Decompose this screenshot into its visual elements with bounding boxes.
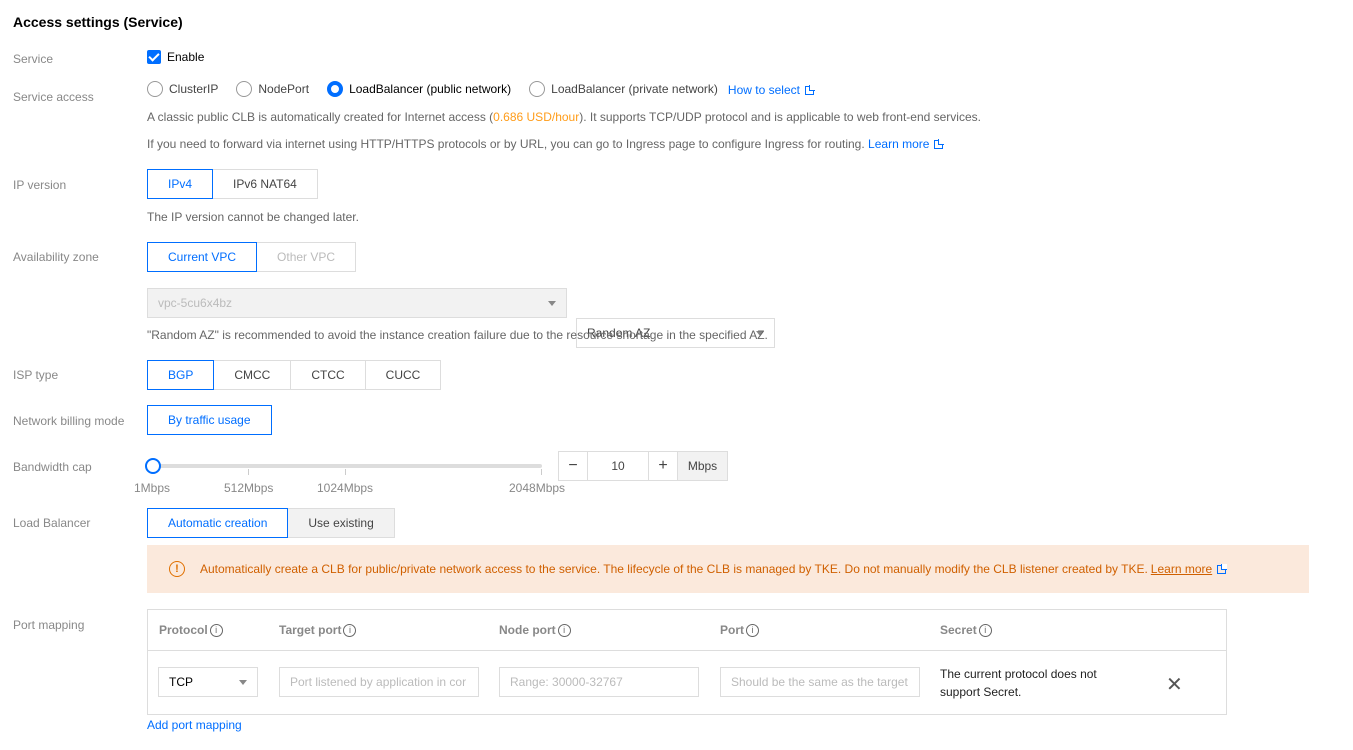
isp-cucc[interactable]: CUCC [364,360,442,390]
lb-learn-more-link[interactable]: Learn more [1151,562,1212,576]
radio-icon [529,81,546,97]
use-existing-option[interactable]: Use existing [287,508,395,538]
decrement-button[interactable]: − [558,451,588,481]
slider-tick [345,469,346,475]
isp-type-segmented: BGP CMCC CTCC CUCC [147,360,442,390]
info-icon[interactable]: i [209,623,223,637]
header-port: Port i [720,623,759,637]
by-traffic-usage-option[interactable]: By traffic usage [147,405,272,435]
service-access-desc-2: If you need to forward via internet usin… [147,137,944,151]
availability-zone-label: Availability zone [13,250,99,264]
ip-version-hint: The IP version cannot be changed later. [147,210,359,224]
radio-clusterip[interactable]: ClusterIP [147,81,218,97]
lb-warning-banner: ! Automatically create a CLB for public/… [147,545,1309,593]
ip-version-segmented: IPv4 IPv6 NAT64 [147,169,318,199]
info-icon[interactable]: i [746,623,759,637]
service-access-label: Service access [13,90,94,104]
external-link-icon [804,86,814,95]
checkbox-checked-icon [147,50,161,64]
other-vpc-option: Other VPC [256,242,357,272]
isp-ctcc[interactable]: CTCC [290,360,366,390]
table-divider [148,650,1226,651]
tick-label-2048mbps: 2048Mbps [509,481,566,495]
slider-tick [248,469,249,475]
bandwidth-input[interactable]: 10 [588,451,648,481]
header-node-port: Node port i [499,623,571,637]
port-mapping-label: Port mapping [13,618,85,632]
ip-version-label: IP version [13,178,67,192]
service-enable-checkbox[interactable]: Enable [147,50,204,64]
service-label: Service [13,52,54,66]
port-input[interactable]: Should be the same as the target [720,667,920,697]
external-link-icon [1217,564,1227,574]
node-port-input[interactable]: Range: 30000-32767 [499,667,699,697]
secret-note: The current protocol does not support Se… [940,667,1097,699]
warning-icon: ! [169,561,185,577]
radio-icon [147,81,163,97]
info-icon[interactable]: i [343,623,357,637]
add-port-mapping-link[interactable]: Add port mapping [147,718,242,732]
vpc-select: vpc-5cu6x4bz [147,288,567,318]
vpc-segmented: Current VPC Other VPC [147,242,357,272]
bandwidth-cap-label: Bandwidth cap [13,460,92,474]
external-link-icon [934,140,944,149]
info-icon[interactable]: i [557,623,571,637]
radio-nodeport[interactable]: NodePort [236,81,309,97]
header-secret: Secret i [940,623,992,637]
automatic-creation-option[interactable]: Automatic creation [147,508,289,538]
increment-button[interactable]: + [648,451,678,481]
close-icon[interactable]: ✕ [1166,672,1183,697]
load-balancer-label: Load Balancer [13,516,91,530]
isp-type-label: ISP type [13,368,59,382]
billing-mode-label: Network billing mode [13,414,125,428]
radio-loadbalancer-private[interactable]: LoadBalancer (private network) [529,81,718,97]
chevron-down-icon [239,680,247,685]
learn-more-link[interactable]: Learn more [868,137,944,151]
tick-label-1024mbps: 1024Mbps [317,481,374,495]
radio-loadbalancer-public[interactable]: LoadBalancer (public network) [327,81,511,97]
tick-label-1mbps: 1Mbps [134,481,171,495]
tick-label-512mbps: 512Mbps [224,481,274,495]
billing-mode-segmented: By traffic usage [147,405,272,435]
chevron-down-icon [548,301,556,306]
service-access-radio-group: ClusterIP NodePort LoadBalancer (public … [147,81,814,97]
slider-tick [541,469,542,475]
bandwidth-unit: Mbps [678,451,728,481]
bandwidth-stepper: − 10 + Mbps [558,451,728,481]
how-to-select-link[interactable]: How to select [728,83,814,97]
header-target-port: Target port i [279,623,357,637]
bandwidth-slider-track[interactable] [152,464,542,468]
page-title: Access settings (Service) [13,14,183,30]
port-mapping-table: Protocol i Target port i Node port i Port i … [147,609,1227,715]
target-port-input[interactable]: Port listened by application in cor [279,667,479,697]
ip-version-ipv4[interactable]: IPv4 [147,169,214,199]
protocol-select[interactable]: TCP [158,667,258,697]
price-text: 0.686 USD/hour [493,110,580,124]
ip-version-ipv6-nat64[interactable]: IPv6 NAT64 [212,169,318,199]
bandwidth-slider-thumb[interactable] [145,458,161,474]
isp-bgp[interactable]: BGP [147,360,215,390]
isp-cmcc[interactable]: CMCC [213,360,292,390]
lb-warning-text: Automatically create a CLB for public/pr… [200,562,1148,576]
current-vpc-option[interactable]: Current VPC [147,242,258,272]
service-access-desc-1: A classic public CLB is automatically cr… [147,110,981,124]
info-icon[interactable]: i [978,623,992,637]
load-balancer-segmented: Automatic creation Use existing [147,508,395,538]
availability-zone-hint: "Random AZ" is recommended to avoid the … [147,328,768,342]
radio-icon [236,81,253,97]
header-protocol: Protocol i [159,623,223,637]
radio-selected-icon [327,81,344,97]
enable-label: Enable [167,50,205,64]
